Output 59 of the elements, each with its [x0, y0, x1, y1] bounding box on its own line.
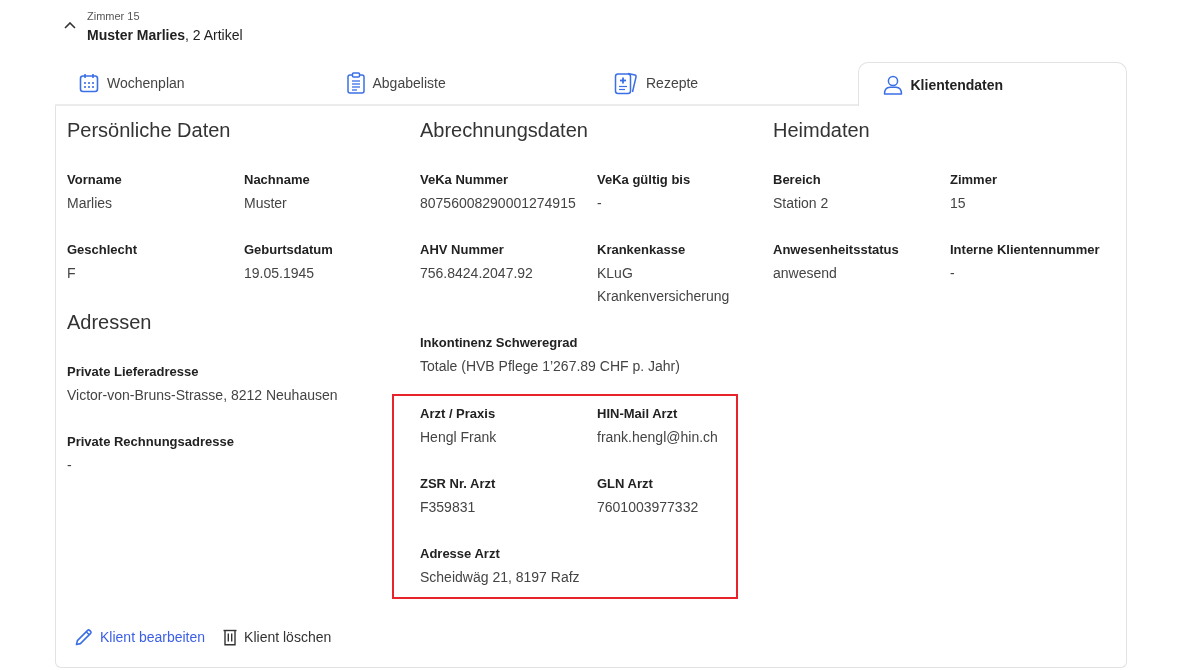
field-value: - — [950, 264, 956, 283]
field-value: Marlies — [67, 194, 114, 213]
section-title: Heimdaten — [773, 118, 871, 142]
field-value: Station 2 — [773, 194, 830, 213]
field-value: Scheidwäg 21, 8197 Rafz — [420, 568, 581, 587]
field-value: 80756008290001274915 — [420, 194, 577, 213]
field-value: Hengl Frank — [420, 428, 498, 447]
field-label: HIN-Mail Arzt — [597, 405, 679, 423]
field-label: Krankenkasse — [597, 241, 687, 259]
tab[interactable]: Wochenplan — [55, 62, 323, 106]
user-icon — [882, 74, 903, 95]
field-value: anwesend — [773, 264, 838, 283]
field-label: Private Lieferadresse — [67, 363, 200, 381]
tab[interactable]: Abgabeliste — [322, 62, 590, 106]
field-value: 15 — [950, 194, 967, 213]
tab[interactable]: Rezepte — [590, 62, 858, 106]
field-label: Arzt / Praxis — [420, 405, 497, 423]
field-value: - — [67, 456, 73, 475]
field-value: Muster — [244, 194, 288, 213]
edit-client-link[interactable]: Klient bearbeiten — [73, 626, 208, 648]
field-label: Adresse Arzt — [420, 545, 501, 563]
tab[interactable]: Klientendaten — [857, 62, 1127, 106]
field-label: Zimmer — [950, 171, 998, 189]
field-label: Nachname — [244, 171, 311, 189]
field-label: Interne Klientennummer — [950, 241, 1101, 259]
field-label: GLN Arzt — [597, 475, 654, 493]
pencil-icon — [75, 628, 93, 646]
section-title: Persönliche Daten — [67, 118, 232, 142]
field-label: Anwesenheitsstatus — [773, 241, 900, 259]
field-value: - — [597, 194, 603, 213]
field-value: F — [67, 264, 77, 283]
field-value: 19.05.1945 — [244, 264, 316, 283]
field-label: VeKa Nummer — [420, 171, 510, 189]
field-value: 756.8424.2047.92 — [420, 264, 534, 283]
field-label: VeKa gültig bis — [597, 171, 692, 189]
field-label: ZSR Nr. Arzt — [420, 475, 497, 493]
field-label: Geschlecht — [67, 241, 139, 259]
clipboard-icon — [346, 72, 365, 94]
field-label: Vorname — [67, 171, 123, 189]
field-label: Private Rechnungsadresse — [67, 433, 235, 451]
field-value: KLuG Krankenversicherung — [597, 264, 731, 306]
field-value: 7601003977332 — [597, 498, 700, 517]
field-value: F359831 — [420, 498, 477, 517]
room-label: Zimmer 15 — [87, 9, 141, 23]
medical-clipboard-icon — [614, 71, 638, 95]
field-value: Victor-von-Bruns-Strasse, 8212 Neuhausen — [67, 386, 339, 405]
delete-client-button[interactable]: Klient löschen — [221, 626, 334, 648]
field-label: AHV Nummer — [420, 241, 505, 259]
field-value: frank.hengl@hin.ch — [597, 428, 719, 447]
field-label: Inkontinenz Schweregrad — [420, 334, 579, 352]
section-title: Adressen — [67, 310, 153, 334]
chevron-up-icon[interactable] — [64, 22, 76, 29]
trash-icon — [223, 628, 238, 646]
section-title: Abrechnungsdaten — [420, 118, 589, 142]
field-label: Bereich — [773, 171, 822, 189]
calendar-icon — [79, 73, 99, 93]
field-value: Totale (HVB Pflege 1’267.89 CHF p. Jahr) — [420, 357, 681, 376]
client-title: Muster Marlies, 2 Artikel — [87, 26, 243, 45]
field-label: Geburtsdatum — [244, 241, 334, 259]
